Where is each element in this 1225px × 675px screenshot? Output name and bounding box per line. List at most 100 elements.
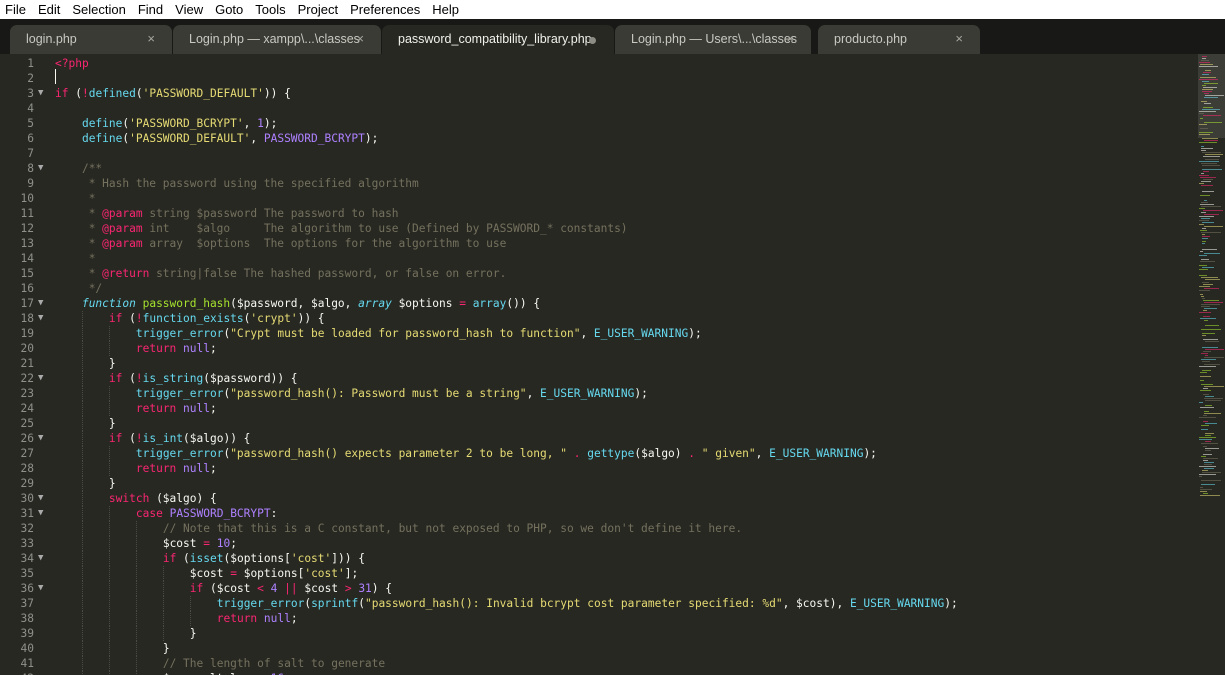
code-line[interactable]: return null; [136, 401, 217, 416]
menu-goto[interactable]: Goto [209, 0, 249, 19]
code-line[interactable]: * @return string|false The hashed passwo… [82, 266, 507, 281]
code-line[interactable]: if (!defined('PASSWORD_DEFAULT')) { [55, 86, 291, 101]
code-line[interactable]: * [82, 191, 96, 206]
code-line[interactable]: // Note that this is a C constant, but n… [163, 521, 742, 536]
code-line[interactable]: function password_hash($password, $algo,… [82, 296, 540, 311]
tab-producto-php[interactable]: producto.php × [818, 25, 980, 54]
unsaved-dot-icon[interactable] [589, 37, 596, 44]
menu-preferences[interactable]: Preferences [344, 0, 426, 19]
code-line[interactable]: <?php [55, 56, 89, 71]
code-token: define [81, 117, 123, 130]
menu-edit[interactable]: Edit [32, 0, 66, 19]
code-line[interactable]: * Hash the password using the specified … [82, 176, 419, 191]
fold-arrow-icon[interactable]: ▼ [38, 371, 46, 386]
code-line[interactable]: return null; [136, 341, 217, 356]
fold-arrow-icon[interactable]: ▼ [38, 551, 46, 566]
code-line[interactable]: trigger_error(sprintf("password_hash(): … [217, 596, 958, 611]
minimap-line [1202, 297, 1205, 299]
fold-arrow-icon[interactable]: ▼ [38, 161, 46, 176]
code-line[interactable]: * [82, 251, 96, 266]
minimap-line [1199, 466, 1216, 467]
code-line[interactable]: $raw_salt_len = 16; [163, 671, 291, 675]
close-icon[interactable]: × [356, 31, 364, 46]
close-icon[interactable]: × [786, 31, 794, 46]
tab-label: Login.php — xampp\...\classes [189, 32, 360, 46]
close-icon[interactable]: × [147, 31, 155, 46]
code-line[interactable]: return null; [136, 461, 217, 476]
code-line[interactable]: if ($cost < 4 || $cost > 31) { [190, 581, 392, 596]
line-number: 30 [20, 492, 34, 505]
menu-selection[interactable]: Selection [66, 0, 131, 19]
menu-view[interactable]: View [169, 0, 209, 19]
tab-login-php-xampp[interactable]: Login.php — xampp\...\classes × [173, 25, 381, 54]
code-line[interactable]: * @param int $algo The algorithm to use … [82, 221, 628, 236]
minimap-line [1202, 164, 1220, 166]
code-line[interactable]: } [109, 416, 116, 431]
code-line[interactable]: if (!is_string($password)) { [109, 371, 298, 386]
indent-guide [81, 491, 83, 506]
tab-password-compatibility-library[interactable]: password_compatibility_library.php [382, 25, 614, 54]
menu-file[interactable]: File [0, 0, 32, 19]
minimap-line [1203, 351, 1211, 353]
code-line[interactable]: * @param string $password The password t… [82, 206, 399, 221]
minimap-line [1200, 117, 1203, 119]
code-area[interactable]: <?php if (!defined('PASSWORD_DEFAULT')) {… [55, 54, 1195, 675]
code-line[interactable]: /** [82, 161, 102, 176]
code-line[interactable]: define('PASSWORD_BCRYPT', 1); [82, 116, 277, 131]
code-line[interactable]: if (!is_int($algo)) { [109, 431, 251, 446]
code-token: is_int [142, 432, 184, 445]
fold-arrow-icon[interactable]: ▼ [38, 86, 46, 101]
code-token: )) { [263, 87, 291, 100]
fold-arrow-icon[interactable]: ▼ [38, 431, 46, 446]
close-icon[interactable]: × [955, 31, 963, 46]
code-line[interactable]: case PASSWORD_BCRYPT: [136, 506, 278, 521]
code-token: isset [189, 552, 224, 565]
code-line[interactable]: $cost = 10; [163, 536, 237, 551]
indent-guide [162, 581, 164, 596]
code-token: ! [135, 312, 143, 325]
code-line[interactable]: switch ($algo) { [109, 491, 217, 506]
tab-login-php[interactable]: login.php × [10, 25, 172, 54]
code-editor[interactable]: 1 2 3 ▼ 4 5 6 7 8 ▼ 9 10 11 12 13 14 15 16 17 ▼ 18 ▼ 19 20 21 22 ▼… [0, 54, 1198, 675]
menu-find[interactable]: Find [132, 0, 169, 19]
line-number: 14 [20, 252, 34, 265]
menu-tools[interactable]: Tools [249, 0, 291, 19]
fold-arrow-icon[interactable]: ▼ [38, 491, 46, 506]
code-line[interactable]: return null; [217, 611, 298, 626]
indent-guide [135, 641, 137, 656]
code-token: . [688, 447, 696, 460]
code-line[interactable]: } [163, 641, 170, 656]
minimap-line [1200, 488, 1212, 490]
code-line[interactable]: * @param array $options The options for … [82, 236, 507, 251]
code-line[interactable]: $cost = $options['cost']; [190, 566, 358, 581]
code-line[interactable]: trigger_error("password_hash() expects p… [136, 446, 877, 461]
menu-help[interactable]: Help [426, 0, 465, 19]
minimap-line [1202, 191, 1214, 193]
code-line[interactable]: // The length of salt to generate [163, 656, 385, 671]
code-line[interactable]: if (isset($options['cost'])) { [163, 551, 365, 566]
code-line[interactable]: } [109, 356, 116, 371]
fold-arrow-icon[interactable]: ▼ [38, 311, 46, 326]
minimap[interactable] [1198, 54, 1225, 675]
code-line[interactable]: } [190, 626, 197, 641]
line-number-gutter[interactable]: 1 2 3 ▼ 4 5 6 7 8 ▼ 9 10 11 12 13 14 15 16 17 ▼ 18 ▼ 19 20 21 22 ▼… [0, 54, 54, 675]
code-line[interactable]: trigger_error("Crypt must be loaded for … [136, 326, 702, 341]
code-line[interactable]: define('PASSWORD_DEFAULT', PASSWORD_BCRY… [82, 131, 378, 146]
fold-arrow-icon[interactable]: ▼ [38, 296, 46, 311]
minimap-line [1201, 146, 1204, 148]
tab-login-php-users[interactable]: Login.php — Users\...\classes × [615, 25, 811, 54]
code-token: array [472, 297, 507, 310]
minimap-line [1201, 60, 1209, 62]
minimap-line [1205, 404, 1212, 406]
fold-arrow-icon[interactable]: ▼ [38, 581, 46, 596]
code-token: ]; [344, 567, 359, 580]
minimap-line [1203, 86, 1217, 88]
code-line[interactable]: */ [82, 281, 102, 296]
menu-project[interactable]: Project [292, 0, 344, 19]
code-token: /** [81, 162, 103, 175]
code-line[interactable]: if (!function_exists('crypt')) { [109, 311, 325, 326]
code-line[interactable]: } [109, 476, 116, 491]
code-line[interactable]: trigger_error("password_hash(): Password… [136, 386, 648, 401]
fold-arrow-icon[interactable]: ▼ [38, 506, 46, 521]
